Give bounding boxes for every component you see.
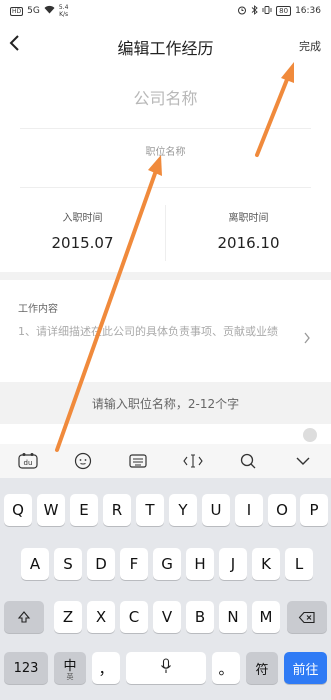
position-name-input[interactable]: 职位名称 — [0, 143, 331, 158]
comma-key[interactable]: ， — [92, 652, 120, 684]
key-k[interactable]: K — [252, 548, 280, 580]
key-y[interactable]: Y — [169, 494, 197, 526]
start-date-value: 2015.07 — [51, 234, 114, 252]
paw-logo-icon[interactable]: du — [15, 449, 41, 473]
work-content-field[interactable]: 1、请详细描述在此公司的具体负责事项、贡献或业绩 — [18, 322, 298, 342]
date-range: 入职时间 2015.07 离职时间 2016.10 — [0, 205, 331, 261]
key-h[interactable]: H — [186, 548, 214, 580]
work-content-label: 工作内容 — [18, 304, 58, 315]
key-b[interactable]: B — [186, 601, 214, 633]
battery-icon: 80 — [276, 6, 292, 16]
language-sub-label: 英 — [66, 673, 74, 681]
alarm-icon — [237, 5, 247, 18]
section-divider — [0, 272, 331, 280]
key-m[interactable]: M — [252, 601, 280, 633]
nav-bar: 编辑工作经历 完成 — [0, 22, 331, 68]
key-e[interactable]: E — [70, 494, 98, 526]
company-name-input[interactable]: 公司名称 — [0, 85, 331, 109]
chevron-down-icon[interactable] — [290, 449, 316, 473]
keyboard: Q W E R T Y U I O P A S D F G H J K L Z … — [0, 478, 331, 700]
microphone-icon — [160, 658, 172, 678]
backspace-key[interactable] — [287, 601, 327, 633]
space-key[interactable] — [126, 652, 206, 684]
collapse-icon[interactable] — [303, 428, 317, 442]
emoji-icon[interactable] — [70, 449, 96, 473]
vibrate-icon — [262, 5, 272, 18]
key-l[interactable]: L — [285, 548, 313, 580]
divider — [20, 128, 311, 129]
key-o[interactable]: O — [268, 494, 296, 526]
key-i[interactable]: I — [235, 494, 263, 526]
done-button[interactable]: 完成 — [299, 38, 321, 54]
language-key[interactable]: 中 英 — [54, 652, 86, 684]
key-f[interactable]: F — [120, 548, 148, 580]
go-button[interactable]: 前往 — [284, 652, 327, 684]
cursor-icon[interactable] — [180, 449, 206, 473]
status-bar: HD 5G 5.4 K/s 80 16:36 — [0, 0, 331, 22]
input-hint: 请输入职位名称，2-12个字 — [91, 397, 240, 411]
key-n[interactable]: N — [219, 601, 247, 633]
key-c[interactable]: C — [120, 601, 148, 633]
wifi-icon — [44, 5, 55, 17]
start-date-field[interactable]: 入职时间 2015.07 — [0, 205, 165, 252]
start-date-label: 入职时间 — [62, 213, 103, 224]
signal-indicator: 5G — [27, 6, 40, 16]
key-g[interactable]: G — [153, 548, 181, 580]
key-p[interactable]: P — [300, 494, 328, 526]
end-date-field[interactable]: 离职时间 2016.10 — [166, 205, 331, 252]
annotation-arrowhead — [148, 155, 162, 176]
shift-key[interactable] — [4, 601, 44, 633]
period-key[interactable]: 。 — [212, 652, 240, 684]
network-speed: 5.4 K/s — [58, 4, 69, 18]
end-date-value: 2016.10 — [217, 234, 280, 252]
key-r[interactable]: R — [103, 494, 131, 526]
bluetooth-icon — [251, 4, 258, 18]
key-j[interactable]: J — [219, 548, 247, 580]
keyboard-icon[interactable] — [125, 449, 151, 473]
key-a[interactable]: A — [21, 548, 49, 580]
key-x[interactable]: X — [87, 601, 115, 633]
key-z[interactable]: Z — [54, 601, 82, 633]
chevron-right-icon[interactable] — [303, 332, 311, 348]
svg-text:du: du — [23, 459, 32, 467]
key-s[interactable]: S — [54, 548, 82, 580]
key-w[interactable]: W — [37, 494, 65, 526]
page-title: 编辑工作经历 — [117, 39, 214, 58]
symbol-key[interactable]: 符 — [246, 652, 278, 684]
keyboard-toolbar: du — [0, 444, 331, 478]
search-icon[interactable] — [235, 449, 261, 473]
input-hint-bar: 请输入职位名称，2-12个字 — [0, 382, 331, 424]
key-d[interactable]: D — [87, 548, 115, 580]
numbers-key[interactable]: 123 — [4, 652, 48, 684]
key-u[interactable]: U — [202, 494, 230, 526]
key-v[interactable]: V — [153, 601, 181, 633]
clock: 16:36 — [295, 6, 321, 16]
divider — [20, 187, 311, 188]
key-t[interactable]: T — [136, 494, 164, 526]
end-date-label: 离职时间 — [228, 213, 269, 224]
key-q[interactable]: Q — [4, 494, 32, 526]
hd-badge: HD — [10, 6, 24, 16]
